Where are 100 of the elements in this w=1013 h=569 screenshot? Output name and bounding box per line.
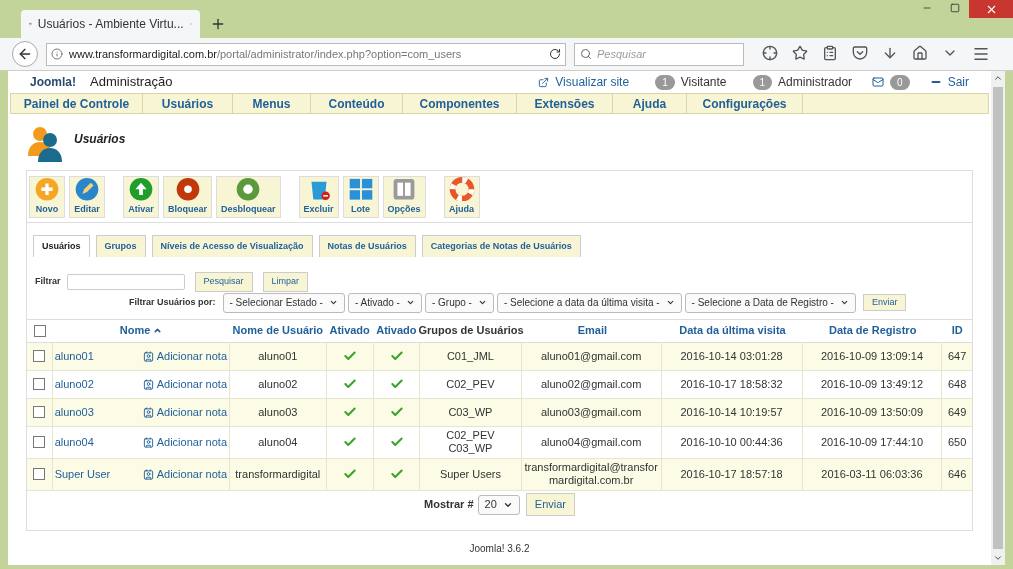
add-note-link[interactable]: Adicionar nota [142, 433, 228, 451]
mail-icon[interactable] [872, 76, 885, 88]
checkbox[interactable] [33, 324, 46, 337]
menu-icon[interactable] [972, 45, 990, 63]
add-note-link[interactable]: Adicionar nota [142, 347, 228, 365]
column-header[interactable]: Grupos de Usuários [419, 322, 523, 339]
column-header[interactable]: Nome de Usuário [229, 322, 327, 339]
joomla-logo[interactable]: Joomla! [30, 73, 76, 91]
toolbar-button[interactable]: Novo [29, 175, 65, 218]
download-icon[interactable] [882, 45, 898, 61]
toolbar-button[interactable]: Opções [382, 175, 426, 218]
search-icon [580, 48, 592, 60]
view-site-link[interactable]: Visualizar site [555, 73, 630, 91]
menu-item[interactable]: Componentes [403, 94, 517, 113]
browser-tab[interactable]: Usuários - Ambiente Virtu... [21, 10, 200, 38]
user-name-link[interactable]: aluno04 [54, 433, 94, 451]
chevron-down-icon [839, 298, 849, 307]
clipboard-icon[interactable] [822, 45, 838, 61]
toolbar-button[interactable]: Editar [69, 175, 105, 218]
search-field[interactable]: Pesquisar [574, 42, 744, 66]
table-cell-text: 2016-10-09 17:44:10 [820, 434, 924, 450]
scroll-up-icon[interactable] [993, 73, 1003, 83]
table-cell-text: 2016-10-09 13:50:09 [820, 404, 924, 420]
logout-link[interactable]: Sair [947, 73, 969, 91]
column-header[interactable]: Ativado [326, 322, 374, 339]
menu-item[interactable]: Menus [233, 94, 311, 113]
check-icon[interactable] [389, 377, 404, 391]
toolbar-button[interactable]: Excluir [298, 175, 339, 218]
check-icon[interactable] [342, 405, 357, 419]
add-note-link[interactable]: Adicionar nota [142, 403, 228, 421]
submit-button[interactable]: Enviar [862, 293, 907, 312]
scrollbar[interactable] [991, 71, 1005, 565]
filter-select[interactable]: - Selecione a data da última visita - [496, 292, 682, 313]
crosshair-icon[interactable] [762, 45, 778, 61]
column-header[interactable]: Data de Registro [802, 322, 943, 339]
checkbox[interactable] [33, 378, 46, 390]
star-icon[interactable] [792, 45, 808, 61]
close-window-button[interactable] [969, 0, 1013, 18]
check-icon[interactable] [342, 377, 357, 391]
page-size-select[interactable]: 20 [477, 494, 520, 515]
back-button[interactable] [12, 41, 38, 67]
column-header[interactable]: Nome [52, 322, 230, 339]
column-header[interactable]: Email [522, 322, 663, 339]
check-icon[interactable] [389, 467, 404, 481]
checkbox[interactable] [33, 436, 46, 448]
submit-button[interactable]: Enviar [525, 493, 575, 516]
menu-item[interactable]: Extensões [517, 94, 613, 113]
toolbar-button[interactable]: Lote [342, 175, 379, 218]
check-icon[interactable] [389, 405, 404, 419]
check-icon[interactable] [389, 349, 404, 363]
check-icon[interactable] [342, 467, 357, 481]
tab[interactable]: Níveis de Acesso de Visualização [151, 235, 313, 257]
toolbar-button[interactable]: Bloquear [163, 175, 212, 218]
filter-select[interactable]: - Ativado - [347, 292, 422, 313]
table-cell-text: 650 [948, 434, 967, 450]
info-icon[interactable] [51, 48, 63, 60]
pocket-icon[interactable] [852, 45, 868, 61]
add-note-link[interactable]: Adicionar nota [142, 465, 228, 483]
menu-item[interactable]: Ajuda [613, 94, 687, 113]
menu-item[interactable]: Conteúdo [311, 94, 403, 113]
check-icon[interactable] [342, 349, 357, 363]
toolbar-button[interactable]: Ajuda [443, 175, 480, 218]
tab[interactable]: Categorias de Notas de Usuários [421, 235, 581, 257]
search-button[interactable]: Pesquisar [194, 272, 253, 292]
clear-button[interactable]: Limpar [262, 272, 309, 292]
reload-icon[interactable] [549, 48, 561, 60]
filter-input[interactable] [66, 273, 185, 290]
toolbar-button[interactable]: Desbloquear [216, 175, 281, 218]
column-header[interactable]: ID [942, 322, 972, 339]
home-icon[interactable] [912, 45, 928, 61]
toolbar-button[interactable]: Ativar [123, 175, 159, 218]
user-name-link[interactable]: aluno03 [54, 403, 94, 421]
user-name-link[interactable]: Super User [54, 465, 111, 483]
check-icon[interactable] [342, 435, 357, 449]
filter-select[interactable]: - Grupo - [424, 292, 494, 313]
new-tab-icon[interactable] [210, 16, 226, 32]
tab[interactable]: Usuários [33, 235, 90, 257]
checkbox[interactable] [33, 406, 46, 418]
column-header[interactable]: Ativado [373, 322, 420, 339]
check-icon[interactable] [389, 435, 404, 449]
pencil-icon [74, 176, 100, 201]
tab[interactable]: Notas de Usuários [318, 235, 416, 257]
column-header[interactable]: Data da última visita [662, 322, 803, 339]
menu-item[interactable]: Painel de Controle [11, 94, 143, 113]
filter-select[interactable]: - Selecione a Data de Registro - [684, 292, 856, 313]
user-name-link[interactable]: aluno01 [54, 347, 94, 365]
address-bar[interactable]: www.transformardigital.com.br/portal/administrator/index.php?option=com_users [46, 42, 566, 66]
scrollbar-thumb[interactable] [993, 87, 1003, 549]
search-input[interactable]: Pesquisar [597, 45, 737, 63]
menu-item[interactable]: Usuários [143, 94, 233, 113]
checkbox[interactable] [33, 350, 46, 362]
user-name-link[interactable]: aluno02 [54, 375, 94, 393]
table-cell: aluno01@gmail.com [540, 349, 642, 363]
filter-select[interactable]: - Selecionar Estado - [222, 292, 345, 313]
scroll-down-icon[interactable] [993, 553, 1003, 563]
url-text[interactable]: www.transformardigital.com.br/portal/administrator/index.php?option=com_users [69, 45, 462, 63]
menu-item[interactable]: Configurações [687, 94, 803, 113]
add-note-link[interactable]: Adicionar nota [142, 375, 228, 393]
checkbox[interactable] [33, 468, 46, 480]
tab[interactable]: Grupos [95, 235, 146, 257]
